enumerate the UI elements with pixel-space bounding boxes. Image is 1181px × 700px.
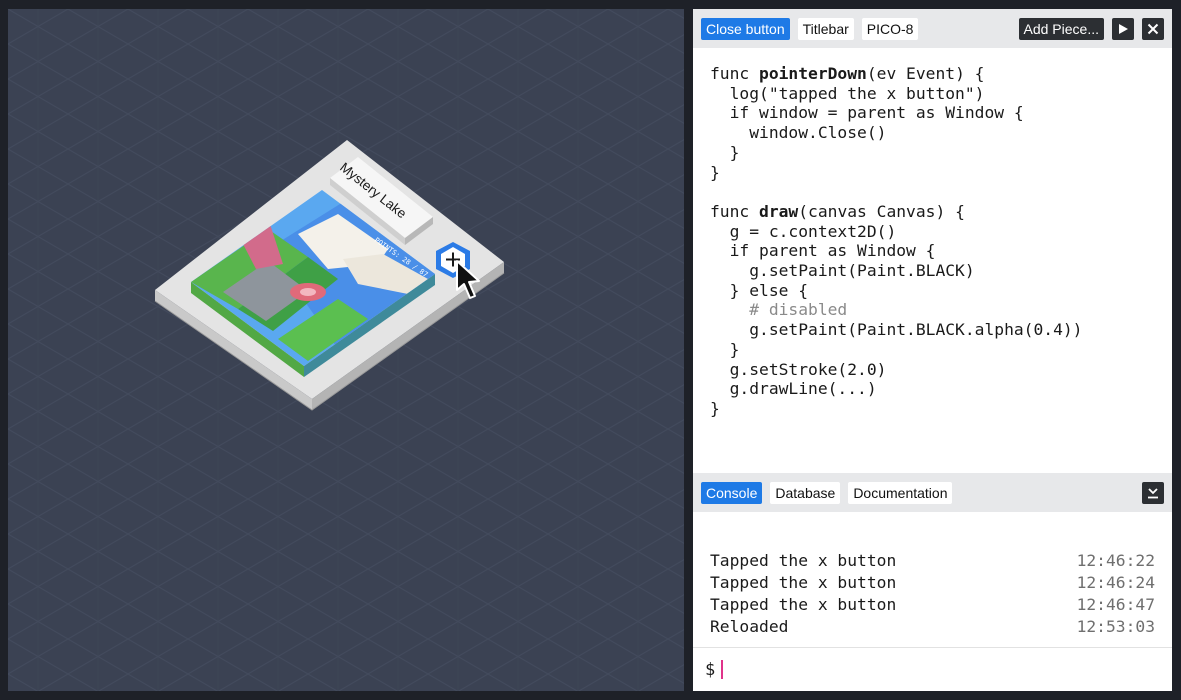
text-caret: [721, 660, 724, 679]
code-line[interactable]: }: [710, 340, 1172, 360]
console-output: Tapped the x button 12:46:22 Tapped the …: [693, 512, 1172, 647]
log-time: 12:46:47: [1076, 595, 1155, 614]
code-line[interactable]: g.drawLine(...): [710, 379, 1172, 399]
tab-titlebar[interactable]: Titlebar: [797, 17, 854, 40]
code-line[interactable]: }: [710, 399, 1172, 419]
log-message: Tapped the x button: [710, 595, 897, 614]
code-line[interactable]: log("tapped the x button"): [710, 84, 1172, 104]
log-time: 12:46:24: [1076, 573, 1155, 592]
log-row: Tapped the x button 12:46:22: [710, 550, 1155, 572]
add-piece-button[interactable]: Add Piece...: [1018, 18, 1104, 40]
tab-console[interactable]: Console: [701, 481, 763, 504]
play-icon: [1119, 24, 1128, 34]
tab-pico-8[interactable]: PICO-8: [861, 17, 919, 40]
code-line[interactable]: }: [710, 163, 1172, 183]
prompt-symbol: $: [705, 659, 716, 680]
code-text[interactable]: func pointerDown(ev Event) { log("tapped…: [710, 64, 1172, 419]
close-icon: [1147, 23, 1159, 35]
log-message: Tapped the x button: [710, 551, 897, 570]
code-editor[interactable]: func pointerDown(ev Event) { log("tapped…: [693, 48, 1172, 473]
close-panel-button[interactable]: [1142, 18, 1164, 40]
code-line[interactable]: window.Close(): [710, 123, 1172, 143]
workspace-canvas[interactable]: Mystery Lake POINTS: 28 / 87: [8, 9, 684, 691]
code-line[interactable]: [710, 182, 1172, 202]
tab-close-button[interactable]: Close button: [701, 17, 790, 40]
run-button[interactable]: [1112, 18, 1134, 40]
code-line[interactable]: # disabled: [710, 300, 1172, 320]
log-message: Reloaded: [710, 617, 789, 636]
code-line[interactable]: func draw(canvas Canvas) {: [710, 202, 1172, 222]
code-line[interactable]: if window = parent as Window {: [710, 103, 1172, 123]
log-time: 12:46:22: [1076, 551, 1155, 570]
code-line[interactable]: g.setPaint(Paint.BLACK.alpha(0.4)): [710, 320, 1172, 340]
tab-database[interactable]: Database: [770, 481, 841, 504]
code-line[interactable]: if parent as Window {: [710, 241, 1172, 261]
code-line[interactable]: g.setPaint(Paint.BLACK): [710, 261, 1172, 281]
code-line[interactable]: func pointerDown(ev Event) {: [710, 64, 1172, 84]
collapse-console-button[interactable]: [1142, 482, 1164, 504]
editor-toolbar: Close button Titlebar PICO-8 Add Piece..…: [693, 9, 1172, 48]
code-line[interactable]: }: [710, 143, 1172, 163]
code-line[interactable]: g.setStroke(2.0): [710, 360, 1172, 380]
collapse-down-icon: [1148, 488, 1158, 499]
console-toolbar: Console Database Documentation: [693, 473, 1172, 512]
game-preview-image: POINTS: 28 / 87: [191, 190, 435, 377]
log-row: Tapped the x button 12:46:47: [710, 594, 1155, 616]
console-input[interactable]: $: [693, 647, 1172, 691]
editor-panel: Close button Titlebar PICO-8 Add Piece..…: [693, 9, 1172, 691]
tab-documentation[interactable]: Documentation: [848, 481, 953, 504]
log-row: Reloaded 12:53:03: [710, 616, 1155, 638]
code-line[interactable]: } else {: [710, 281, 1172, 301]
log-message: Tapped the x button: [710, 573, 897, 592]
code-line[interactable]: g = c.context2D(): [710, 222, 1172, 242]
log-time: 12:53:03: [1076, 617, 1155, 636]
log-row: Tapped the x button 12:46:24: [710, 572, 1155, 594]
